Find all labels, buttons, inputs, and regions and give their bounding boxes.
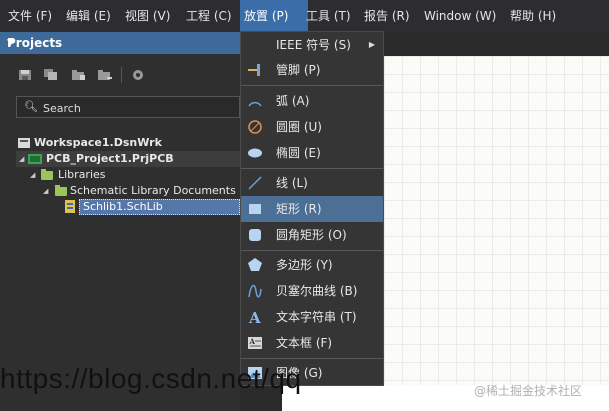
menu-item-label: IEEE 符号 (S)	[276, 38, 351, 52]
save-all-icon[interactable]	[44, 69, 58, 81]
menu-item-label: 圆角矩形 (O)	[276, 228, 347, 242]
gear-icon[interactable]	[131, 69, 145, 81]
submenu-arrow-icon: ▶	[368, 40, 375, 49]
menu-item-arc[interactable]: 弧 (A)	[241, 88, 383, 114]
tree-workspace[interactable]: Workspace1.DsnWrk	[18, 135, 240, 151]
menu-item-circle[interactable]: 圆圈 (U)	[241, 114, 383, 140]
svg-text:A: A	[248, 309, 261, 325]
folder-icon	[55, 185, 67, 196]
projects-panel-header[interactable]: Projects ▼	[0, 32, 240, 54]
text-frame-icon: A	[248, 337, 262, 349]
menu-item-label: 多边形 (Y)	[276, 258, 333, 272]
menu-item-ellipse[interactable]: 椭圆 (E)	[241, 140, 383, 166]
menu-window[interactable]: Window (W)	[420, 0, 500, 32]
menu-item-label: 贝塞尔曲线 (B)	[276, 284, 358, 298]
menu-item-text-frame[interactable]: A 文本框 (F)	[241, 330, 383, 356]
menu-item-rectangle[interactable]: 矩形 (R)	[241, 196, 383, 222]
menu-item-pin[interactable]: 管脚 (P)	[241, 57, 383, 83]
menu-item-label: 文本框 (F)	[276, 336, 333, 350]
menu-file[interactable]: 文件 (F)	[4, 0, 56, 32]
menu-reports[interactable]: 报告 (R)	[360, 0, 414, 32]
menu-view[interactable]: 视图 (V)	[121, 0, 174, 32]
bezier-icon	[248, 284, 262, 298]
tree-libraries-label: Libraries	[58, 168, 106, 181]
arc-icon	[248, 101, 262, 107]
text-string-icon: A	[248, 309, 261, 325]
panel-menu-arrow-icon[interactable]: ▼	[7, 32, 236, 54]
search-icon: 🔍︎	[24, 100, 38, 113]
site-watermark: @稀土掘金技术社区	[474, 384, 583, 398]
menu-item-bezier[interactable]: 贝塞尔曲线 (B)	[241, 278, 383, 304]
menu-separator	[241, 250, 383, 251]
schlib-file-icon	[65, 200, 75, 213]
close-folder-icon[interactable]	[98, 69, 112, 81]
search-input[interactable]	[41, 99, 235, 117]
menu-item-polygon[interactable]: 多边形 (Y)	[241, 252, 383, 278]
tree-schlib-file-label: Schlib1.SchLib	[83, 200, 163, 213]
svg-text:A: A	[249, 337, 256, 346]
projects-toolbar	[0, 54, 240, 94]
menu-help[interactable]: 帮助 (H)	[506, 0, 560, 32]
workspace-icon	[18, 138, 30, 148]
ellipse-icon	[248, 148, 262, 158]
tree-schlib-file[interactable]: Schlib1.SchLib	[64, 199, 240, 215]
menu-item-line[interactable]: 线 (L)	[241, 170, 383, 196]
tree-schlib-folder-label: Schematic Library Documents	[70, 184, 236, 197]
projects-panel: Projects ▼ 🔍︎ Workspace1.DsnWrk ◢ PCB_Pr…	[0, 32, 240, 411]
menu-separator	[241, 85, 383, 86]
menu-tools[interactable]: 工具 (T)	[302, 0, 355, 32]
url-watermark: https://blog.csdn.net/qq	[0, 363, 302, 394]
collapse-triangle-icon[interactable]: ◢	[19, 151, 24, 167]
menu-item-label: 矩形 (R)	[276, 202, 322, 216]
menu-project[interactable]: 工程 (C)	[182, 0, 236, 32]
menu-place[interactable]: 放置 (P)	[240, 0, 308, 32]
open-folder-icon[interactable]	[72, 69, 86, 81]
menu-bar: 文件 (F) 编辑 (E) 视图 (V) 工程 (C) 放置 (P) 工具 (T…	[0, 0, 609, 32]
pcb-project-icon	[28, 154, 42, 164]
menu-item-text-string[interactable]: A 文本字符串 (T)	[241, 304, 383, 330]
pin-icon	[248, 64, 260, 76]
menu-separator	[241, 168, 383, 169]
tree-project-label: PCB_Project1.PrjPCB	[46, 152, 174, 165]
menu-item-label: 圆圈 (U)	[276, 120, 322, 134]
tree-workspace-label: Workspace1.DsnWrk	[34, 136, 162, 149]
polygon-icon	[248, 258, 262, 271]
tree-schlib-folder[interactable]: ◢ Schematic Library Documents	[43, 183, 240, 199]
menu-item-label: 弧 (A)	[276, 94, 310, 108]
menu-item-ieee-symbols[interactable]: IEEE 符号 (S) ▶	[241, 32, 383, 58]
place-menu-dropdown: IEEE 符号 (S) ▶ 管脚 (P) 弧 (A) 圆圈 (U) 椭圆 (E)…	[240, 31, 384, 386]
menu-edit[interactable]: 编辑 (E)	[62, 0, 115, 32]
circle-icon	[248, 120, 262, 134]
menu-item-label: 文本字符串 (T)	[276, 310, 357, 324]
collapse-triangle-icon[interactable]: ◢	[30, 167, 35, 183]
menu-item-round-rectangle[interactable]: 圆角矩形 (O)	[241, 222, 383, 248]
menu-item-label: 管脚 (P)	[276, 63, 321, 77]
save-icon[interactable]	[18, 69, 32, 81]
menu-item-label: 线 (L)	[276, 176, 308, 190]
tree-project[interactable]: ◢ PCB_Project1.PrjPCB	[16, 151, 240, 167]
schematic-canvas[interactable]	[384, 56, 609, 411]
collapse-triangle-icon[interactable]: ◢	[43, 183, 48, 199]
round-rectangle-icon	[249, 229, 261, 241]
tree-libraries[interactable]: ◢ Libraries	[30, 167, 240, 183]
projects-search[interactable]: 🔍︎	[16, 96, 240, 118]
menu-separator	[241, 358, 383, 359]
line-icon	[248, 176, 262, 190]
folder-icon	[41, 169, 53, 180]
menu-item-label: 椭圆 (E)	[276, 146, 321, 160]
rectangle-icon	[249, 204, 261, 214]
